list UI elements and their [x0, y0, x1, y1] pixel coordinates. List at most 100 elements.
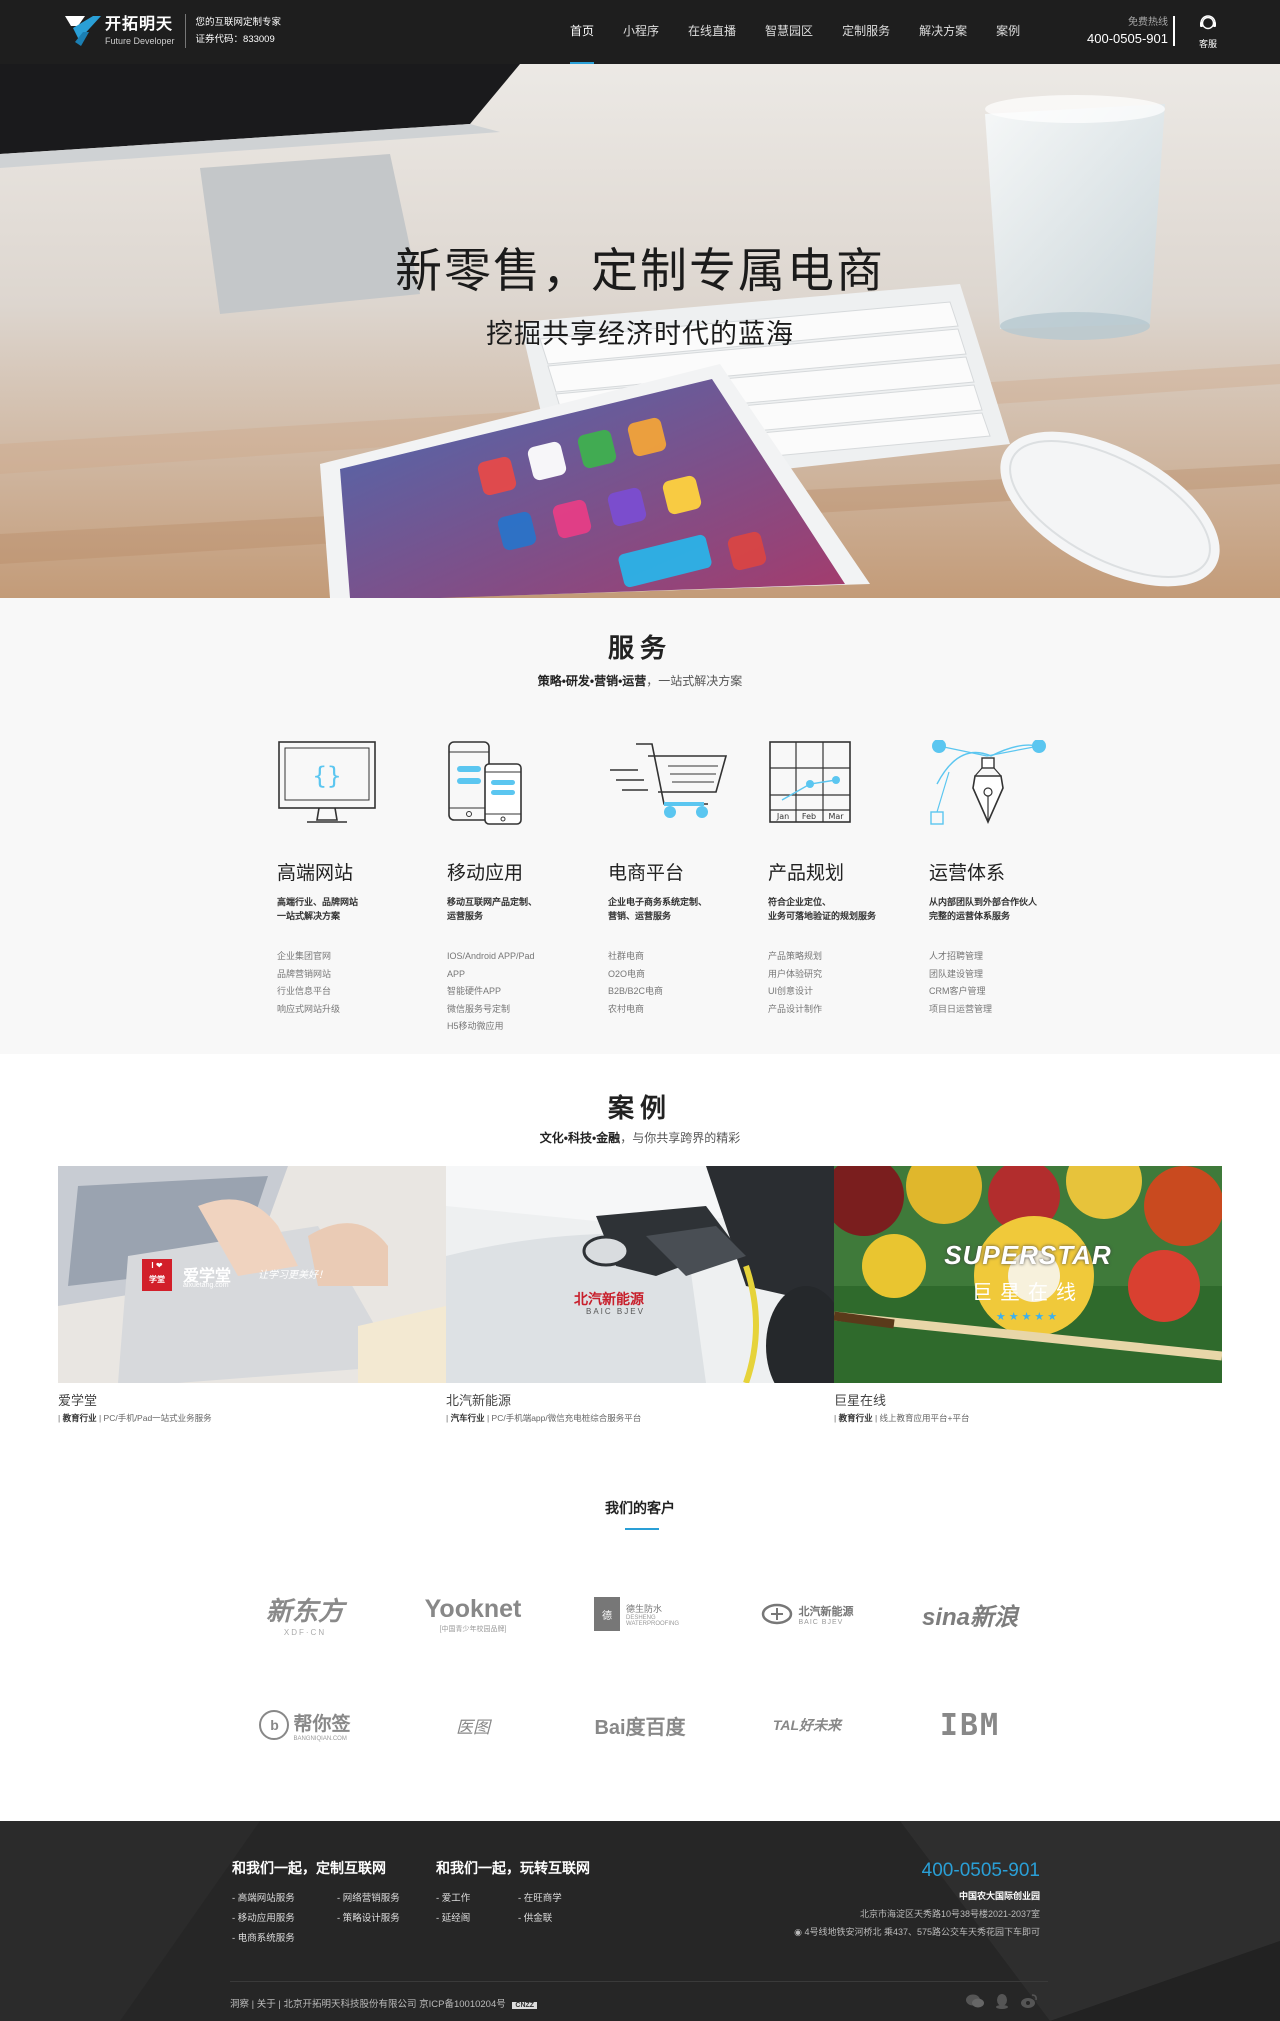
svg-text:{}: {}	[313, 762, 342, 790]
service-list-item[interactable]: 农村电商	[608, 1001, 773, 1019]
footer-link[interactable]: - 延经阁	[436, 1912, 518, 1926]
footer-col-title: 和我们一起，玩转互联网	[436, 1860, 590, 1876]
footer-transit: ◉ 4号线地铁安河桥北 乘437、575路公交车天秀花园下车即可	[794, 1927, 1040, 1937]
customer-service-button[interactable]: 客服	[1193, 12, 1223, 50]
weibo-icon[interactable]	[1020, 1993, 1038, 2009]
nav-custom-service[interactable]: 定制服务	[842, 0, 890, 64]
footer-link[interactable]: - 移动应用服务	[232, 1912, 337, 1926]
mobile-devices-icon	[447, 740, 612, 852]
case-card-bjev[interactable]: 北汽新能源 BAIC BJEV 北汽新能源 | 汽车行业 | PC/手机端app…	[446, 1166, 834, 1424]
service-list-item[interactable]: 响应式网站升级	[277, 1001, 442, 1019]
service-list-item[interactable]: H5移动微应用	[447, 1018, 612, 1036]
service-name: 电商平台	[608, 863, 685, 884]
footer-copyright: 洞察 | 关于 | 北京开拓明天科技股份有限公司 京ICP备10010204号 …	[230, 1996, 538, 2010]
service-card-operations[interactable]: 运营体系 从内部团队到外部合作伙人 完整的运营体系服务 人才招聘管理 团队建设管…	[929, 739, 1094, 1019]
footer-contact: 400-0505-901 中国农大国际创业园 北京市海淀区天秀路10号38号楼2…	[794, 1859, 1040, 1941]
footer-link[interactable]: - 供金联	[518, 1912, 618, 1926]
service-list-item[interactable]: UI创意设计	[768, 983, 933, 1001]
service-list-item[interactable]: 品牌营销网站	[277, 966, 442, 984]
client-logo-desheng[interactable]: 德 德生防水 DESHENG WATERPROOFING	[575, 1586, 705, 1642]
footer-divider	[230, 1981, 1048, 1982]
footer-col-title: 和我们一起，定制互联网	[232, 1860, 386, 1876]
superstar-stars: ★★★★★	[995, 1311, 1061, 1323]
nav-smart-park[interactable]: 智慧园区	[765, 0, 813, 64]
service-card-ecommerce[interactable]: 电商平台 企业电子商务系统定制、 营销、运营服务 社群电商 O2O电商 B2B/…	[608, 740, 773, 1018]
service-list-item[interactable]: 团队建设管理	[929, 966, 1094, 984]
footer-link[interactable]: - 网络营销服务	[337, 1892, 437, 1906]
hotline: 免费热线 400-0505-901	[1087, 16, 1168, 47]
service-list-item[interactable]: 项目日运营管理	[929, 1001, 1094, 1019]
service-list-item[interactable]: 产品设计制作	[768, 1001, 933, 1019]
service-list-item[interactable]: 用户体验研究	[768, 966, 933, 984]
wechat-icon[interactable]	[966, 1993, 984, 2009]
footer-link[interactable]: - 爱工作	[436, 1892, 518, 1906]
client-logo-sina[interactable]: sina新浪	[905, 1586, 1035, 1642]
case-tag: | 汽车行业 | PC/手机端app/微信充电桩综合服务平台	[446, 1413, 642, 1423]
superstar-logo-text: SUPERSTAR	[944, 1240, 1112, 1270]
logo[interactable]: 开拓明天 Future Developer 您的互联网定制专家 证券代码：833…	[63, 11, 281, 51]
calendar-label: Jan	[776, 812, 789, 821]
client-logo-yitu[interactable]: 医图	[408, 1697, 538, 1753]
service-desc: 移动互联网产品定制、 运营服务	[447, 897, 538, 921]
service-list-item[interactable]: B2B/B2C电商	[608, 983, 773, 1001]
case-card-superstar[interactable]: SUPERSTAR 巨星在线 ★★★★★ 巨星在线 | 教育行业 | 线上教育应…	[834, 1166, 1222, 1424]
client-logo-baidu[interactable]: Bai度百度	[575, 1697, 705, 1753]
hotline-divider	[1173, 16, 1175, 46]
nav-solutions[interactable]: 解决方案	[919, 0, 967, 64]
hotline-label: 免费热线	[1128, 17, 1168, 28]
case-name: 巨星在线	[834, 1393, 887, 1408]
logo-english-name: Future Developer	[105, 36, 175, 46]
nav-cases[interactable]: 案例	[996, 0, 1020, 64]
service-list-item[interactable]: APP	[447, 966, 612, 984]
footer-link[interactable]: - 高端网站服务	[232, 1892, 337, 1906]
nav-mini-program[interactable]: 小程序	[623, 0, 659, 64]
footer-link[interactable]: - 在旺商学	[518, 1892, 618, 1906]
service-list-item[interactable]: O2O电商	[608, 966, 773, 984]
client-logo-tal[interactable]: TAL好未来	[742, 1697, 872, 1753]
case-card-aixuetang[interactable]: I ❤ 学堂 爱学堂 让学习更美好！ aixuetang.com 爱学堂 | 教育…	[58, 1166, 446, 1424]
service-list-item[interactable]: IOS/Android APP/Pad	[447, 948, 612, 966]
footer-link[interactable]: - 策略设计服务	[337, 1912, 437, 1926]
service-name: 产品规划	[768, 863, 845, 884]
logo-slogan: 您的互联网定制专家	[195, 17, 282, 28]
cases-subtitle: 文化•科技•金融，与你共享跨界的精彩	[539, 1131, 741, 1145]
service-list-item[interactable]: 企业集团官网	[277, 948, 442, 966]
client-logo-xdf[interactable]: 新东方 XDF·CN	[240, 1586, 370, 1642]
pen-tool-icon	[929, 739, 1094, 852]
monitor-code-icon: {}	[277, 740, 442, 852]
footer-share	[966, 1993, 1038, 2009]
subway-icon: ◉	[794, 1927, 802, 1937]
service-desc: 从内部团队到外部合作伙人 完整的运营体系服务	[929, 897, 1038, 921]
client-logo-yooknet[interactable]: Yooknet [中国青少年校园品牌]	[408, 1586, 538, 1642]
cnzz-badge[interactable]: CNZZ	[512, 2002, 538, 2009]
qq-icon[interactable]	[994, 1993, 1010, 2009]
service-list-item[interactable]: 行业信息平台	[277, 983, 442, 1001]
client-logo-bjev[interactable]: 北汽新能源 BAIC BJEV	[742, 1586, 872, 1642]
hotline-number[interactable]: 400-0505-901	[1087, 30, 1168, 47]
footer-col-custom: 和我们一起，定制互联网 - 高端网站服务 - 网络营销服务 - 移动应用服务 -…	[232, 1858, 437, 1946]
footer-link[interactable]: - 电商系统服务	[232, 1932, 337, 1946]
service-list-item[interactable]: 人才招聘管理	[929, 948, 1094, 966]
aixuetang-url: aixuetang.com	[183, 1282, 229, 1289]
calendar-plan-icon: Jan Feb Mar	[768, 740, 933, 852]
service-list-item[interactable]: 产品策略规划	[768, 948, 933, 966]
nav-live[interactable]: 在线直播	[688, 0, 736, 64]
service-card-website[interactable]: {} 高端网站 高端行业、品牌网站 一站式解决方案 企业集团官网 品牌营销网站 …	[277, 740, 442, 1018]
hero-banner[interactable]: 新零售，定制专属电商 挖掘共享经济时代的蓝海	[0, 64, 1280, 598]
client-logo-ibm[interactable]: IBM	[905, 1697, 1035, 1753]
service-list-item[interactable]: 智能硬件APP	[447, 983, 612, 1001]
client-logo-bangniqian[interactable]: b 帮你签 BANGNIQIAN.COM	[240, 1697, 370, 1753]
service-card-product-planning[interactable]: Jan Feb Mar 产品规划 符合企业定位、 业务可落地验证的规划服务 产品…	[768, 740, 933, 1018]
service-list-item[interactable]: CRM客户管理	[929, 983, 1094, 1001]
footer-phone[interactable]: 400-0505-901	[794, 1859, 1040, 1883]
bjev-emblem-icon	[761, 1603, 792, 1625]
service-list-item[interactable]: 社群电商	[608, 948, 773, 966]
calendar-label: Mar	[828, 812, 844, 821]
hero-subtitle: 挖掘共享经济时代的蓝海	[486, 319, 794, 349]
case-tag: | 教育行业 | PC/手机/Pad一站式业务服务	[58, 1413, 212, 1423]
service-card-mobile[interactable]: 移动应用 移动互联网产品定制、 运营服务 IOS/Android APP/Pad…	[447, 740, 612, 1036]
nav-home[interactable]: 首页	[570, 0, 595, 64]
service-list-item[interactable]: 微信服务号定制	[447, 1001, 612, 1019]
logo-name: 开拓明天	[105, 16, 174, 33]
cases-title: 案例	[607, 1093, 672, 1123]
